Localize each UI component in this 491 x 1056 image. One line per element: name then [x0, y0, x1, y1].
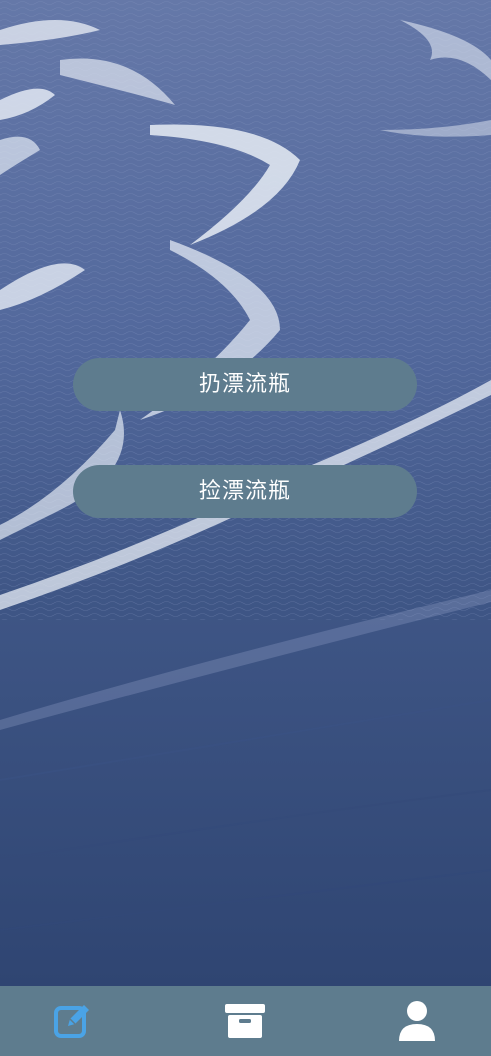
edit-icon	[54, 1005, 89, 1038]
tab-bottles[interactable]	[205, 986, 285, 1056]
app-screen: 扔漂流瓶 捡漂流瓶	[0, 0, 491, 1056]
tab-write[interactable]	[33, 986, 113, 1056]
tab-profile[interactable]	[377, 986, 457, 1056]
bottom-tab-bar	[0, 986, 491, 1056]
archive-box-icon	[225, 1004, 265, 1038]
throw-bottle-button[interactable]: 扔漂流瓶	[73, 358, 417, 411]
user-icon	[399, 1001, 435, 1041]
pick-bottle-button[interactable]: 捡漂流瓶	[73, 465, 417, 518]
